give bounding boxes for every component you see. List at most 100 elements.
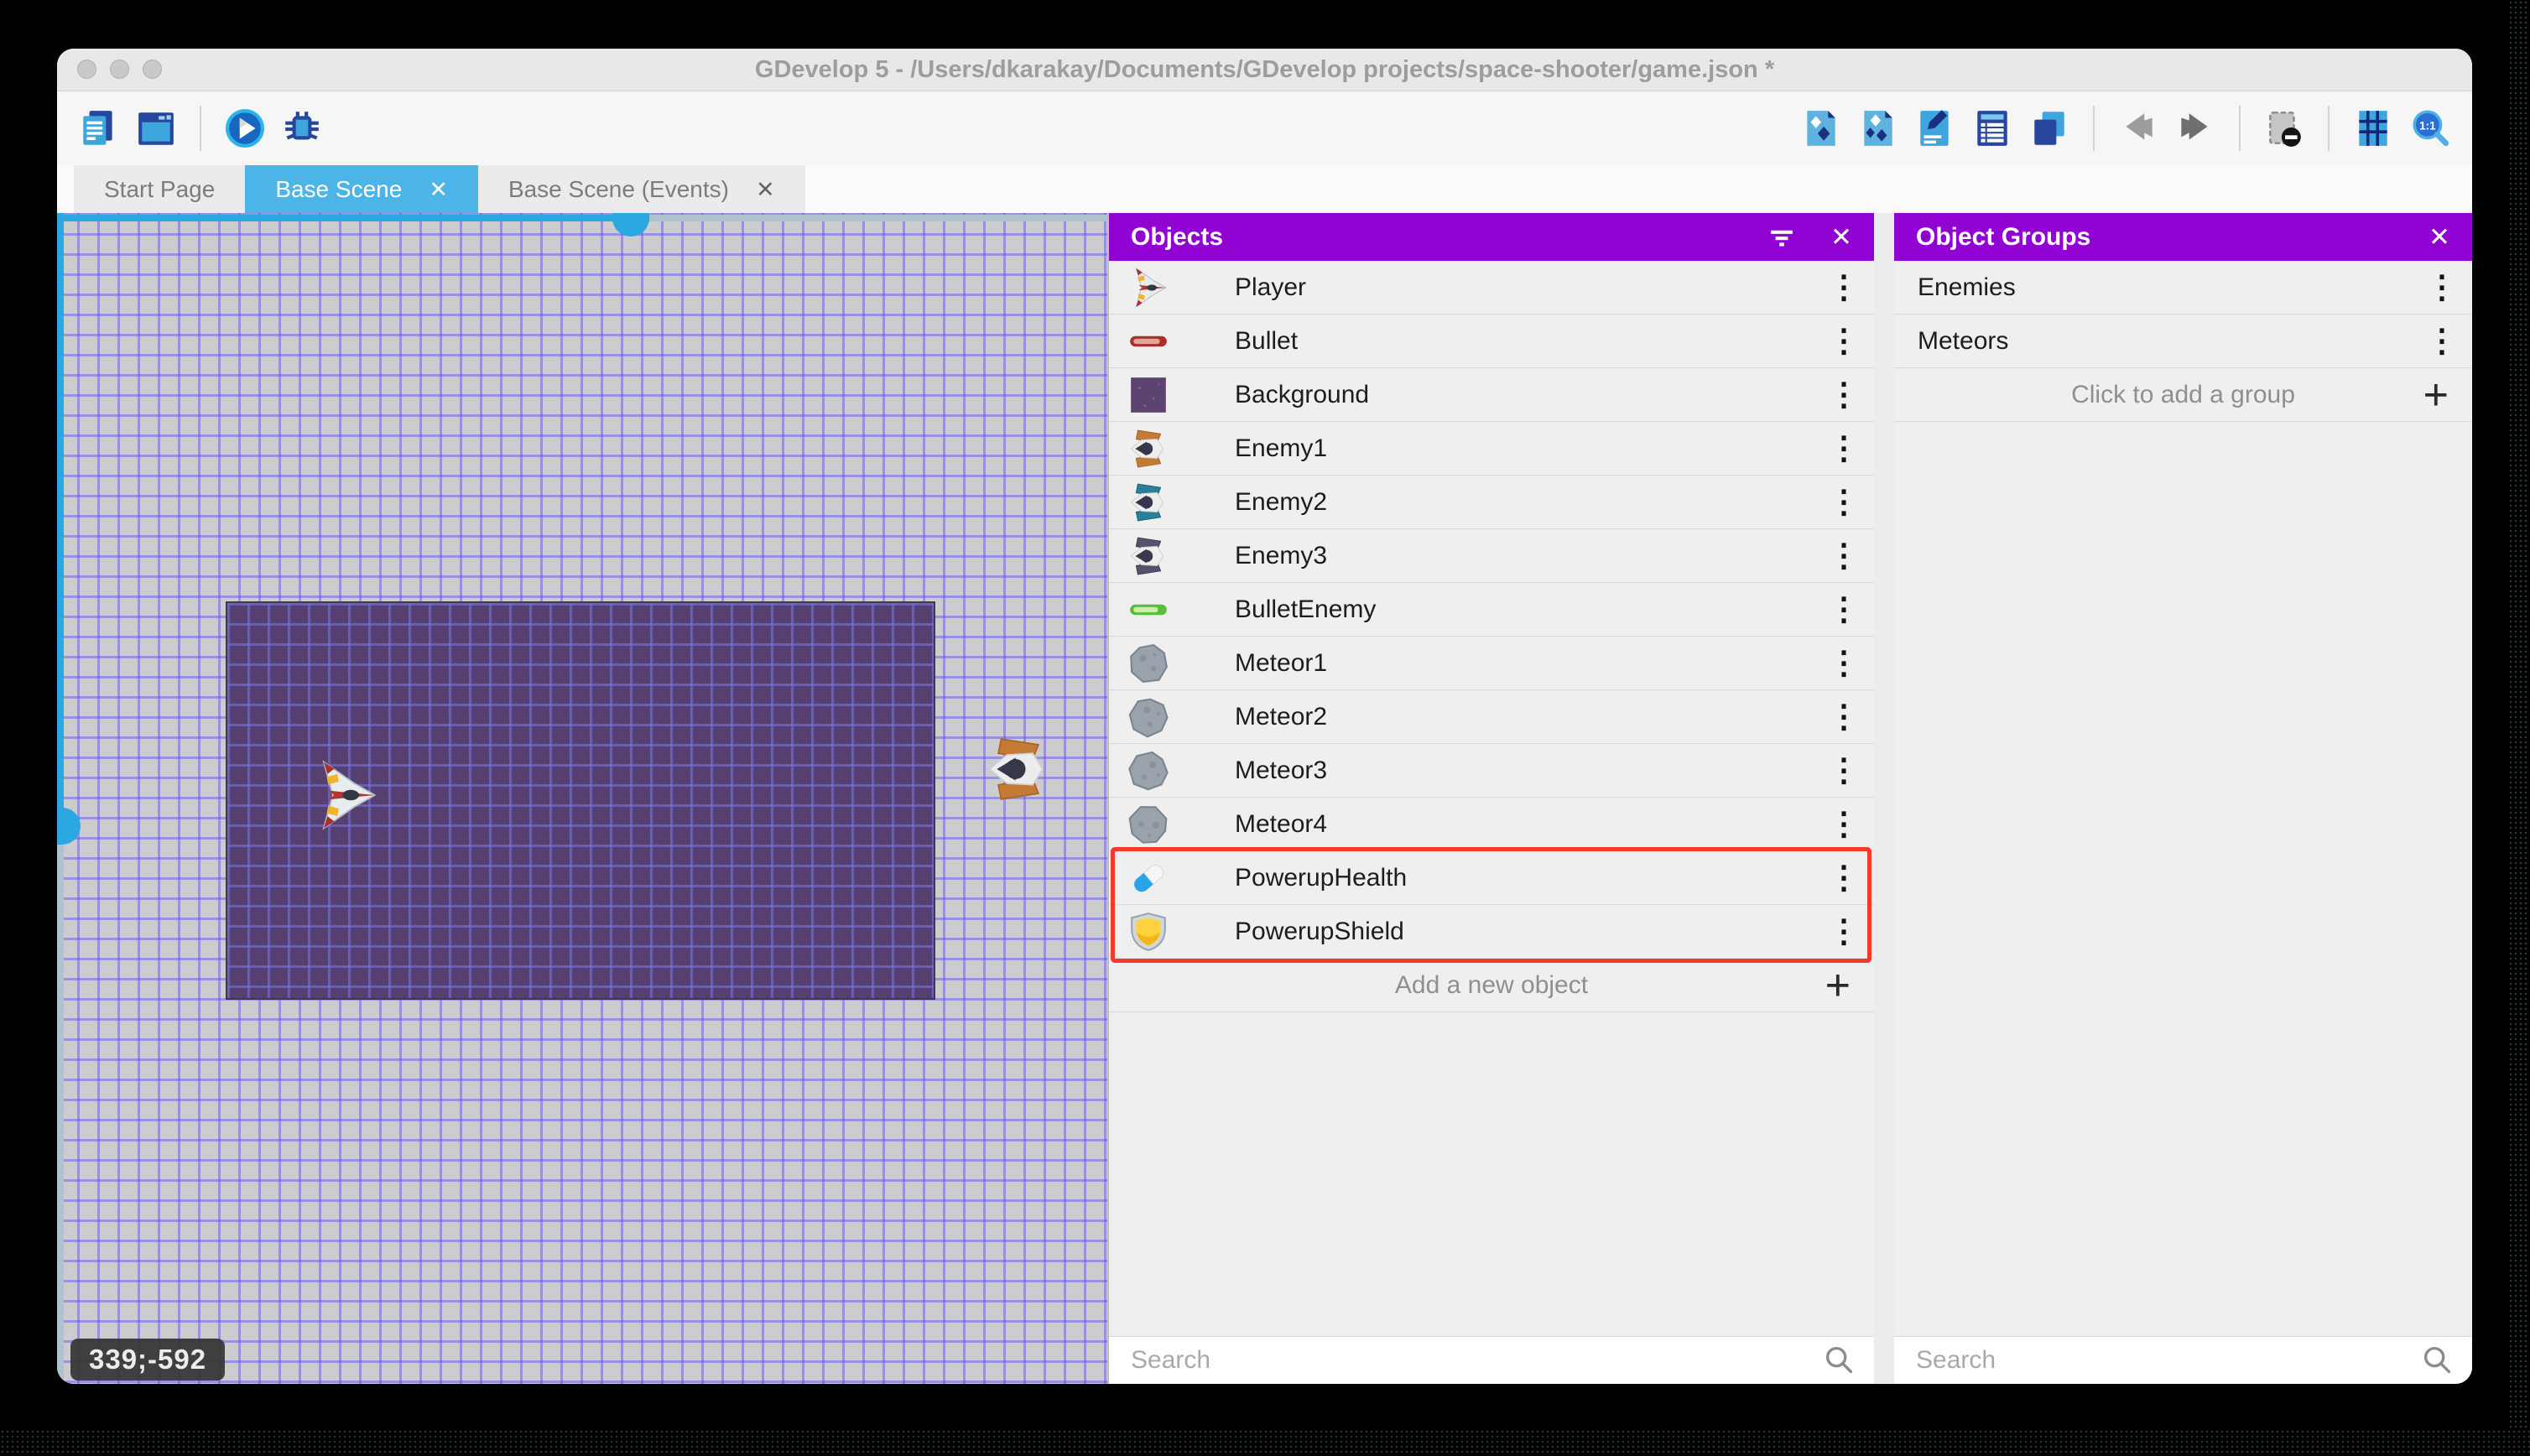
group-list-item[interactable]: Enemies ⋮ — [1894, 261, 2472, 315]
object-groups-panel: Object Groups ✕ Enemies ⋮ Meteors ⋮ Click t… — [1894, 213, 2472, 1384]
object-menu-icon[interactable]: ⋮ — [1820, 379, 1867, 411]
object-thumbnail — [1127, 803, 1169, 845]
object-thumbnail — [1127, 696, 1169, 738]
gdevelop-window: GDevelop 5 - /Users/dkarakay/Documents/G… — [57, 49, 2472, 1384]
objects-panel-spacer — [1109, 1012, 1874, 1336]
render-options-icon — [2263, 107, 2305, 149]
tab-base-scene[interactable]: Base Scene ✕ — [245, 165, 478, 214]
object-menu-icon[interactable]: ⋮ — [1820, 486, 1867, 518]
object-list-item[interactable]: Enemy1 ⋮ — [1109, 422, 1874, 476]
object-list-item[interactable]: Meteor4 ⋮ — [1109, 798, 1874, 851]
tab-base-scene-events[interactable]: Base Scene (Events) ✕ — [477, 165, 805, 214]
object-menu-icon[interactable]: ⋮ — [1820, 755, 1867, 787]
group-list-item[interactable]: Meteors ⋮ — [1894, 315, 2472, 368]
add-group-row[interactable]: Click to add a group + — [1894, 368, 2472, 422]
layers-icon — [2028, 107, 2070, 149]
object-list-item[interactable]: Meteor3 ⋮ — [1109, 744, 1874, 798]
object-menu-icon[interactable]: ⋮ — [1820, 916, 1867, 948]
undo-icon — [2117, 107, 2159, 149]
object-menu-icon[interactable]: ⋮ — [1820, 701, 1867, 733]
object-menu-icon[interactable]: ⋮ — [1820, 325, 1867, 357]
objects-search-input[interactable] — [1109, 1346, 1820, 1375]
cursor-coordinates: 339;-592 — [70, 1339, 226, 1381]
meteor-rock-icon — [1127, 642, 1169, 684]
plus-icon: + — [2423, 370, 2449, 419]
horizontal-scroll-knob[interactable] — [612, 213, 649, 237]
object-name: PowerupHealth — [1235, 863, 1408, 892]
open-layers-button[interactable] — [2026, 105, 2073, 152]
object-menu-icon[interactable]: ⋮ — [1820, 433, 1867, 465]
render-options-button[interactable] — [2261, 105, 2308, 152]
enemy1-instance[interactable] — [984, 731, 1053, 807]
close-window-button[interactable] — [77, 60, 96, 79]
object-list-item[interactable]: PowerupHealth ⋮ — [1109, 851, 1874, 905]
filter-icon — [1763, 219, 1800, 256]
tab-label: Base Scene (Events) — [508, 176, 729, 202]
player-instance[interactable] — [309, 751, 381, 839]
object-list-item[interactable]: Enemy3 ⋮ — [1109, 529, 1874, 583]
scene-editor-button[interactable] — [133, 105, 180, 152]
object-list-item[interactable]: Enemy2 ⋮ — [1109, 476, 1874, 529]
object-thumbnail — [1127, 857, 1169, 899]
object-menu-icon[interactable]: ⋮ — [1820, 272, 1867, 304]
object-thumbnail — [1127, 481, 1169, 523]
horizontal-scroll-indicator[interactable] — [57, 215, 649, 221]
project-manager-button[interactable] — [75, 105, 122, 152]
close-object-groups-panel-icon[interactable]: ✕ — [2428, 222, 2450, 252]
group-menu-icon[interactable]: ⋮ — [2418, 325, 2465, 357]
redo-icon — [2174, 107, 2216, 149]
filter-button[interactable] — [1763, 219, 1800, 256]
open-objects-panel-button[interactable] — [1798, 105, 1845, 152]
shield-icon — [1127, 911, 1169, 953]
object-list-item[interactable]: BulletEnemy ⋮ — [1109, 583, 1874, 637]
object-list-item[interactable]: PowerupShield ⋮ — [1109, 905, 1874, 959]
object-thumbnail — [1127, 911, 1169, 953]
play-button[interactable] — [221, 105, 268, 152]
open-properties-button[interactable] — [1912, 105, 1959, 152]
open-object-groups-button[interactable] — [1855, 105, 1902, 152]
minimize-window-button[interactable] — [110, 60, 129, 79]
scene-window-icon — [135, 107, 177, 149]
close-tab-icon[interactable]: ✕ — [756, 177, 775, 203]
groups-search-input[interactable] — [1894, 1346, 2418, 1375]
toggle-grid-button[interactable] — [2350, 105, 2397, 152]
tab-label: Base Scene — [275, 176, 403, 202]
object-list-item[interactable]: Meteor1 ⋮ — [1109, 637, 1874, 690]
instances-list-icon — [1971, 107, 2013, 149]
vertical-scroll-indicator[interactable] — [57, 213, 64, 845]
vertical-scroll-track[interactable] — [57, 845, 64, 1384]
object-menu-icon[interactable]: ⋮ — [1820, 647, 1867, 679]
redo-button[interactable] — [2172, 105, 2219, 152]
tab-start-page[interactable]: Start Page — [74, 165, 246, 214]
object-menu-icon[interactable]: ⋮ — [1820, 594, 1867, 626]
group-menu-icon[interactable]: ⋮ — [2418, 272, 2465, 304]
horizontal-scroll-track[interactable] — [649, 215, 1107, 221]
debug-button[interactable] — [279, 105, 325, 152]
toolbar-separator — [2328, 106, 2330, 151]
desktop-noise-bottom — [0, 1429, 2530, 1456]
object-list-item[interactable]: Bullet ⋮ — [1109, 315, 1874, 368]
object-thumbnail — [1127, 320, 1169, 362]
zoom-window-button[interactable] — [143, 60, 162, 79]
vertical-scroll-knob[interactable] — [57, 808, 81, 845]
desktop-background: GDevelop 5 - /Users/dkarakay/Documents/G… — [0, 0, 2530, 1456]
objects-panel-title: Objects — [1131, 222, 1224, 251]
object-list-item[interactable]: Background ⋮ — [1109, 368, 1874, 422]
object-menu-icon[interactable]: ⋮ — [1820, 809, 1867, 840]
object-name: Meteor4 — [1235, 809, 1328, 838]
objects-icon — [1800, 107, 1842, 149]
open-instances-list-button[interactable] — [1969, 105, 2016, 152]
zoom-original-button[interactable] — [2407, 105, 2454, 152]
close-objects-panel-icon[interactable]: ✕ — [1830, 222, 1852, 252]
scene-canvas[interactable]: 339;-592 — [57, 213, 1107, 1384]
undo-button[interactable] — [2115, 105, 2162, 152]
object-list-item[interactable]: Player ⋮ — [1109, 261, 1874, 315]
close-tab-icon[interactable]: ✕ — [429, 177, 448, 203]
add-object-row[interactable]: Add a new object + — [1109, 959, 1874, 1012]
object-list-item[interactable]: Meteor2 ⋮ — [1109, 690, 1874, 744]
object-menu-icon[interactable]: ⋮ — [1820, 540, 1867, 572]
object-name: Meteor1 — [1235, 648, 1328, 677]
objects-panel: Objects ✕ Player ⋮ Bullet ⋮ Background ⋮ Enemy… — [1107, 213, 1874, 1384]
object-menu-icon[interactable]: ⋮ — [1820, 862, 1867, 894]
object-groups-panel-header: Object Groups ✕ — [1894, 213, 2472, 261]
